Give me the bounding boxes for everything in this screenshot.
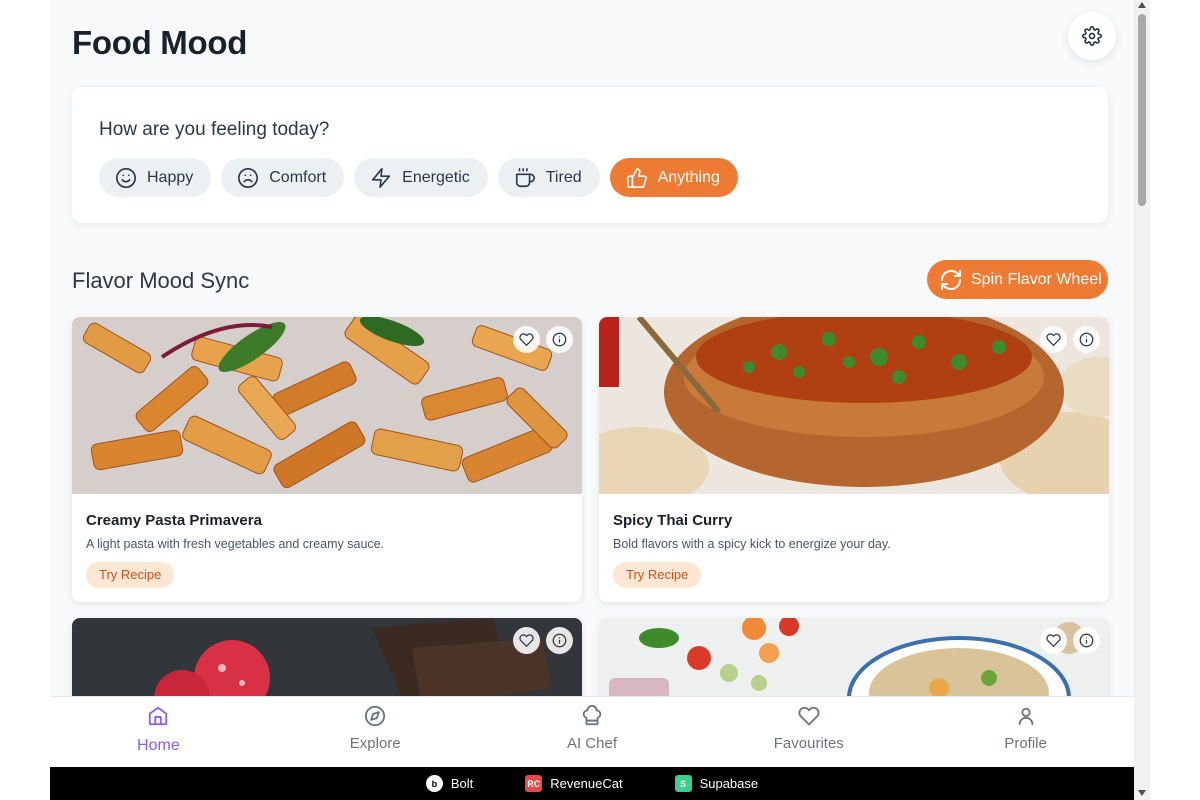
card-actions	[513, 627, 573, 654]
heart-icon	[519, 634, 534, 648]
try-recipe-button[interactable]: Try Recipe	[613, 562, 702, 588]
frown-icon	[238, 167, 259, 188]
footer-bar: b Bolt RC RevenueCat S Supabase	[50, 767, 1134, 800]
spin-flavor-wheel-button[interactable]: Spin Flavor Wheel	[927, 260, 1108, 299]
heart-icon	[1046, 333, 1061, 347]
recipe-title: Spicy Thai Curry	[613, 512, 733, 529]
mood-chip-label: Happy	[147, 168, 194, 186]
try-recipe-button[interactable]: Try Recipe	[86, 562, 175, 588]
revenuecat-logo-icon: RC	[525, 775, 543, 792]
lightning-icon	[372, 167, 391, 188]
bottom-nav: Home Explore AI Chef Favourites Profile	[50, 696, 1134, 767]
favorite-button[interactable]	[513, 627, 540, 654]
nav-item-profile[interactable]: Profile	[917, 697, 1134, 767]
recipe-description: Bold flavors with a spicy kick to energi…	[613, 537, 891, 551]
nav-item-explore[interactable]: Explore	[267, 697, 484, 767]
brand-bolt[interactable]: b Bolt	[425, 775, 474, 792]
recipe-body: Creamy Pasta Primavera A light pasta wit…	[72, 494, 582, 602]
recipe-description: A light pasta with fresh vegetables and …	[86, 537, 385, 551]
recipe-image-curry	[599, 317, 1109, 494]
mood-chip-energetic[interactable]: Energetic	[354, 158, 488, 197]
mood-chip-label: Tired	[545, 168, 582, 186]
compass-icon	[365, 705, 386, 727]
home-icon	[149, 706, 168, 726]
section-title: Flavor Mood Sync	[72, 268, 250, 293]
app-frame: Food Mood How are you feeling today? Hap…	[50, 0, 1134, 800]
favorite-button[interactable]	[513, 326, 540, 353]
mood-question: How are you feeling today?	[99, 119, 330, 140]
mood-card: How are you feeling today? Happy Comfort…	[72, 87, 1108, 223]
scrollbar-thumb[interactable]	[1138, 14, 1146, 206]
brand-label: Supabase	[699, 776, 759, 791]
heart-icon	[1046, 634, 1061, 648]
nav-label: Home	[137, 737, 180, 754]
favorite-button[interactable]	[1040, 326, 1067, 353]
mood-chip-label: Comfort	[269, 168, 327, 186]
mood-chip-tired[interactable]: Tired	[497, 158, 600, 197]
brand-label: RevenueCat	[550, 776, 623, 791]
mood-chip-label: Anything	[657, 168, 720, 186]
info-icon	[552, 633, 567, 648]
settings-button[interactable]	[1068, 12, 1116, 60]
scroll-up-arrow-icon[interactable]	[1138, 2, 1146, 8]
card-actions	[1040, 627, 1100, 654]
bolt-logo-icon: b	[425, 775, 443, 792]
info-icon	[552, 332, 567, 347]
heart-icon	[798, 706, 820, 726]
recipe-body: Spicy Thai Curry Bold flavors with a spi…	[599, 494, 1109, 602]
thumbs-up-icon	[626, 167, 647, 188]
favorite-button[interactable]	[1040, 627, 1067, 654]
recipe-image-pasta	[72, 317, 582, 494]
info-button[interactable]	[546, 326, 573, 353]
recipe-title: Creamy Pasta Primavera	[86, 512, 262, 529]
scroll-down-arrow-icon[interactable]	[1138, 790, 1146, 796]
nav-item-home[interactable]: Home	[50, 697, 267, 767]
nav-label: AI Chef	[566, 735, 617, 752]
brand-label: Bolt	[450, 776, 474, 791]
mood-chip-happy[interactable]: Happy	[99, 158, 212, 197]
smile-icon	[116, 167, 136, 188]
mood-chip-comfort[interactable]: Comfort	[221, 158, 345, 197]
recipe-card[interactable]: Creamy Pasta Primavera A light pasta wit…	[72, 317, 582, 602]
nav-label: Explore	[349, 735, 401, 752]
nav-item-ai-chef[interactable]: AI Chef	[484, 697, 701, 767]
info-icon	[1079, 332, 1094, 347]
nav-item-favourites[interactable]: Favourites	[700, 697, 917, 767]
recipe-card[interactable]: Spicy Thai Curry Bold flavors with a spi…	[599, 317, 1109, 602]
spin-label: Spin Flavor Wheel	[971, 270, 1102, 288]
refresh-icon	[941, 269, 961, 290]
mood-options: Happy Comfort Energetic Tired Anything	[99, 158, 738, 197]
chef-hat-icon	[582, 705, 602, 726]
card-actions	[513, 326, 573, 353]
brand-supabase[interactable]: S Supabase	[674, 775, 759, 792]
page-title: Food Mood	[72, 24, 248, 61]
window-margin	[1150, 0, 1200, 800]
mood-chip-label: Energetic	[402, 168, 470, 186]
info-button[interactable]	[1073, 326, 1100, 353]
brand-revenuecat[interactable]: RC RevenueCat	[525, 775, 623, 792]
info-button[interactable]	[1073, 627, 1100, 654]
gear-icon	[1082, 26, 1102, 46]
info-button[interactable]	[546, 627, 573, 654]
user-icon	[1018, 707, 1033, 726]
nav-label: Favourites	[773, 735, 844, 752]
supabase-logo-icon: S	[674, 775, 692, 792]
card-actions	[1040, 326, 1100, 353]
scrollbar[interactable]	[1134, 0, 1150, 800]
nav-label: Profile	[1004, 735, 1047, 752]
mood-chip-anything[interactable]: Anything	[609, 158, 738, 197]
heart-icon	[519, 333, 534, 347]
info-icon	[1079, 633, 1094, 648]
coffee-cup-icon	[515, 167, 535, 187]
